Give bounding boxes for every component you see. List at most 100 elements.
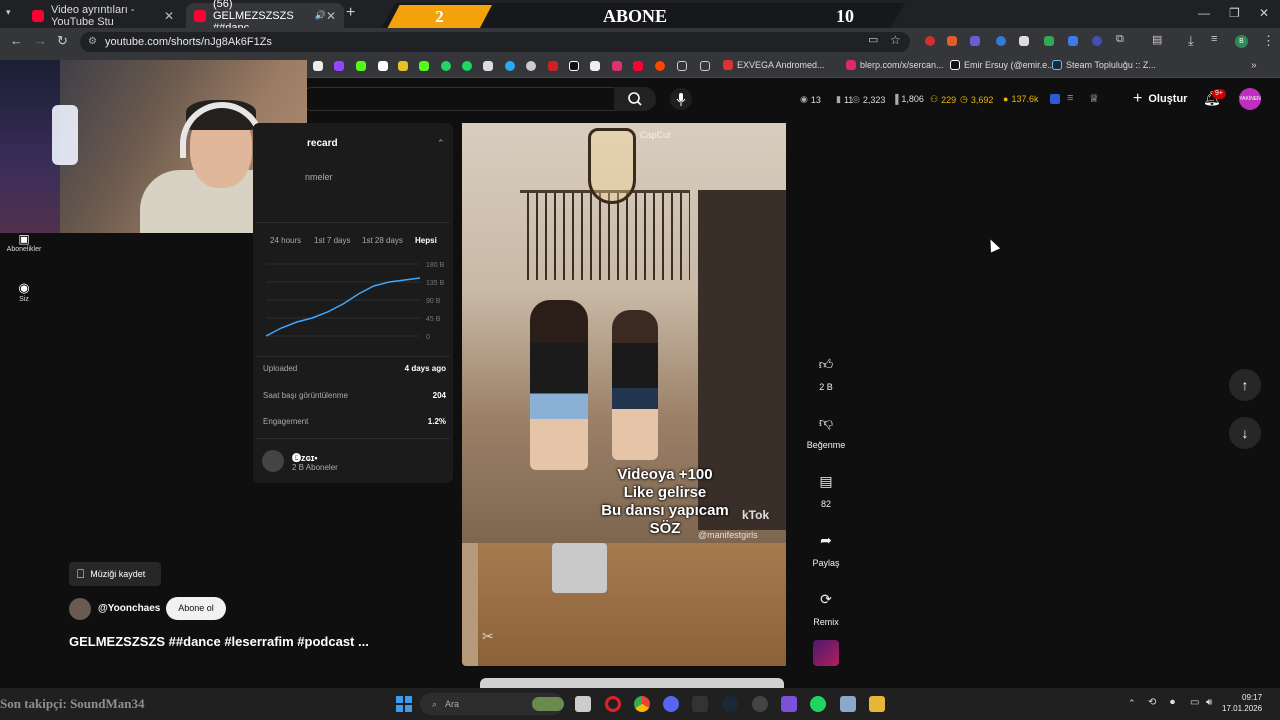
subscribe-button[interactable]: Abone ol bbox=[166, 597, 226, 620]
like-button[interactable]: 👍︎ 2 B bbox=[806, 350, 846, 393]
extension-icon[interactable] bbox=[925, 36, 935, 46]
youtube-bookmark-icon[interactable] bbox=[633, 61, 643, 71]
share-button[interactable]: ➦ Paylaş bbox=[806, 526, 846, 569]
remix-button[interactable]: ⟳ Remix bbox=[806, 585, 846, 628]
next-video-preview[interactable] bbox=[480, 678, 784, 688]
url-text[interactable]: youtube.com/shorts/nJg8Ak6F1Zs bbox=[105, 36, 272, 48]
trophy-icon[interactable]: ♕ bbox=[1089, 92, 1099, 105]
extension-icon[interactable] bbox=[1050, 94, 1060, 104]
minimize-icon[interactable]: — bbox=[1198, 6, 1210, 20]
avatar[interactable]: YAKİNEN bbox=[1239, 88, 1261, 110]
close-tab-icon[interactable]: ✕ bbox=[164, 9, 174, 23]
channel-avatar[interactable] bbox=[69, 598, 91, 620]
taskbar-search[interactable]: ⌕ Ara bbox=[420, 693, 564, 715]
dislike-button[interactable]: 👎︎ Beğenme bbox=[806, 408, 846, 451]
x-bookmark-icon[interactable] bbox=[313, 61, 323, 71]
bookmark-icon[interactable] bbox=[398, 61, 408, 71]
cast-icon[interactable]: ▭ bbox=[868, 33, 878, 46]
back-icon[interactable]: ← bbox=[10, 33, 23, 48]
sound-thumbnail[interactable] bbox=[813, 640, 839, 666]
extensions-puzzle-icon[interactable]: ⧉ bbox=[1116, 33, 1124, 46]
extension-icon[interactable] bbox=[1019, 36, 1029, 46]
tab-all[interactable]: Hepsi bbox=[415, 236, 437, 245]
sidebar-item-subscriptions[interactable]: ▣ Abonelikler bbox=[0, 232, 48, 253]
menu-icon[interactable]: ⋮ bbox=[1262, 33, 1275, 49]
bookmark-icon[interactable] bbox=[590, 61, 600, 71]
next-video-button[interactable]: ↓ bbox=[1229, 417, 1261, 449]
app-icon[interactable] bbox=[781, 696, 797, 712]
channel-name[interactable]: @Yoonchaes bbox=[98, 603, 160, 614]
extension-icon[interactable] bbox=[1092, 36, 1102, 46]
comments-button[interactable]: ▤ 82 bbox=[806, 467, 846, 510]
obs-icon[interactable] bbox=[752, 696, 768, 712]
channel-avatar[interactable] bbox=[262, 450, 284, 472]
tray-chevron-icon[interactable]: ⌃ bbox=[1128, 698, 1136, 709]
extension-icon[interactable] bbox=[996, 36, 1006, 46]
extension-icon[interactable] bbox=[1068, 36, 1078, 46]
sidebar-item-you[interactable]: ◉ Siz bbox=[0, 280, 48, 303]
tab-28-days[interactable]: 1st 28 days bbox=[362, 236, 403, 245]
whatsapp-bookmark-icon[interactable] bbox=[441, 61, 451, 71]
close-window-icon[interactable]: ✕ bbox=[1259, 6, 1269, 20]
profile-icon[interactable]: B bbox=[1235, 35, 1248, 48]
windows-start-icon[interactable] bbox=[396, 696, 412, 712]
settings-icon[interactable] bbox=[840, 696, 856, 712]
network-icon[interactable]: ▭ bbox=[1190, 697, 1199, 708]
reading-list-icon[interactable]: ≡ bbox=[1211, 33, 1217, 45]
opera-icon[interactable] bbox=[605, 696, 621, 712]
twitch-bookmark-icon[interactable] bbox=[334, 61, 344, 71]
close-tab-icon[interactable]: ✕ bbox=[326, 9, 336, 23]
extension-icon[interactable] bbox=[970, 36, 980, 46]
tiktok-bookmark-icon[interactable] bbox=[569, 61, 579, 71]
maximize-icon[interactable]: ❐ bbox=[1229, 6, 1240, 20]
bookmark-icon[interactable] bbox=[483, 61, 493, 71]
bookmark-icon[interactable] bbox=[505, 61, 515, 71]
bookmark-icon[interactable] bbox=[548, 61, 558, 71]
extension-icon[interactable] bbox=[947, 36, 957, 46]
collapse-chevron-icon[interactable]: ⌃ bbox=[437, 138, 445, 149]
new-tab-button[interactable]: + bbox=[346, 4, 355, 22]
forward-icon[interactable]: → bbox=[34, 33, 47, 48]
sidebar-icon[interactable]: ▤ bbox=[1152, 33, 1162, 46]
create-button[interactable]: + Oluştur bbox=[1125, 87, 1191, 111]
bookmark-icon[interactable] bbox=[378, 61, 388, 71]
bookmark-blerp[interactable]: blerp.com/x/sercan... bbox=[846, 60, 944, 70]
bookmark-steam[interactable]: Steam Topluluğu :: Z... bbox=[1052, 60, 1156, 70]
save-music-button[interactable]: ⎕ Müziği kaydet bbox=[69, 562, 161, 586]
tab-7-days[interactable]: 1st 7 days bbox=[314, 236, 350, 245]
instagram-bookmark-icon[interactable] bbox=[612, 61, 622, 71]
bookmark-exvega[interactable]: EXVEGA Andromed... bbox=[723, 60, 825, 70]
download-icon[interactable]: ⤓ bbox=[1188, 33, 1194, 49]
search-input[interactable] bbox=[300, 87, 614, 111]
task-view-icon[interactable] bbox=[575, 696, 591, 712]
taskbar-clock[interactable]: 09:17 17.01.2026 bbox=[1222, 692, 1262, 714]
file-explorer-icon[interactable] bbox=[869, 696, 885, 712]
bookmark-icon[interactable] bbox=[526, 61, 536, 71]
list-icon[interactable]: ≡ bbox=[1067, 92, 1073, 104]
site-info-icon[interactable]: ⚙ bbox=[88, 36, 97, 47]
chrome-icon[interactable] bbox=[634, 696, 650, 712]
extension-icon[interactable] bbox=[1044, 36, 1054, 46]
tab-youtube-shorts[interactable]: (56) GELMEZSZSZS ##danc 🔊 ✕ bbox=[186, 0, 344, 34]
discord-icon[interactable] bbox=[663, 696, 679, 712]
spotify-bookmark-icon[interactable] bbox=[462, 61, 472, 71]
tab-youtube-studio[interactable]: Video ayrıntıları - YouTube Stu ✕ bbox=[24, 3, 182, 28]
bookmark-star-icon[interactable]: ☆ bbox=[890, 33, 901, 47]
search-button[interactable] bbox=[614, 87, 656, 111]
kick-bookmark-icon[interactable] bbox=[356, 61, 366, 71]
voice-search-button[interactable] bbox=[670, 88, 692, 110]
tray-sync-icon[interactable]: ⟲ bbox=[1148, 697, 1156, 708]
tab-24-hours[interactable]: 24 hours bbox=[270, 236, 301, 245]
more-bookmarks-icon[interactable]: » bbox=[1251, 60, 1257, 71]
kick-bookmark-icon[interactable] bbox=[419, 61, 429, 71]
folder-icon[interactable] bbox=[677, 61, 687, 71]
steam-icon[interactable] bbox=[722, 696, 738, 712]
volume-icon[interactable]: 🔊︎ bbox=[1206, 697, 1212, 708]
reddit-bookmark-icon[interactable] bbox=[655, 61, 665, 71]
reload-icon[interactable]: ↻ bbox=[57, 33, 68, 49]
tab-search-icon[interactable]: ▾ bbox=[6, 7, 11, 18]
video-title[interactable]: GELMEZSZSZS ##dance #leserrafim #podcast… bbox=[69, 634, 369, 649]
spotify-icon[interactable] bbox=[810, 696, 826, 712]
previous-video-button[interactable]: ↑ bbox=[1229, 369, 1261, 401]
speaker-icon[interactable]: 🔊 bbox=[315, 10, 326, 21]
